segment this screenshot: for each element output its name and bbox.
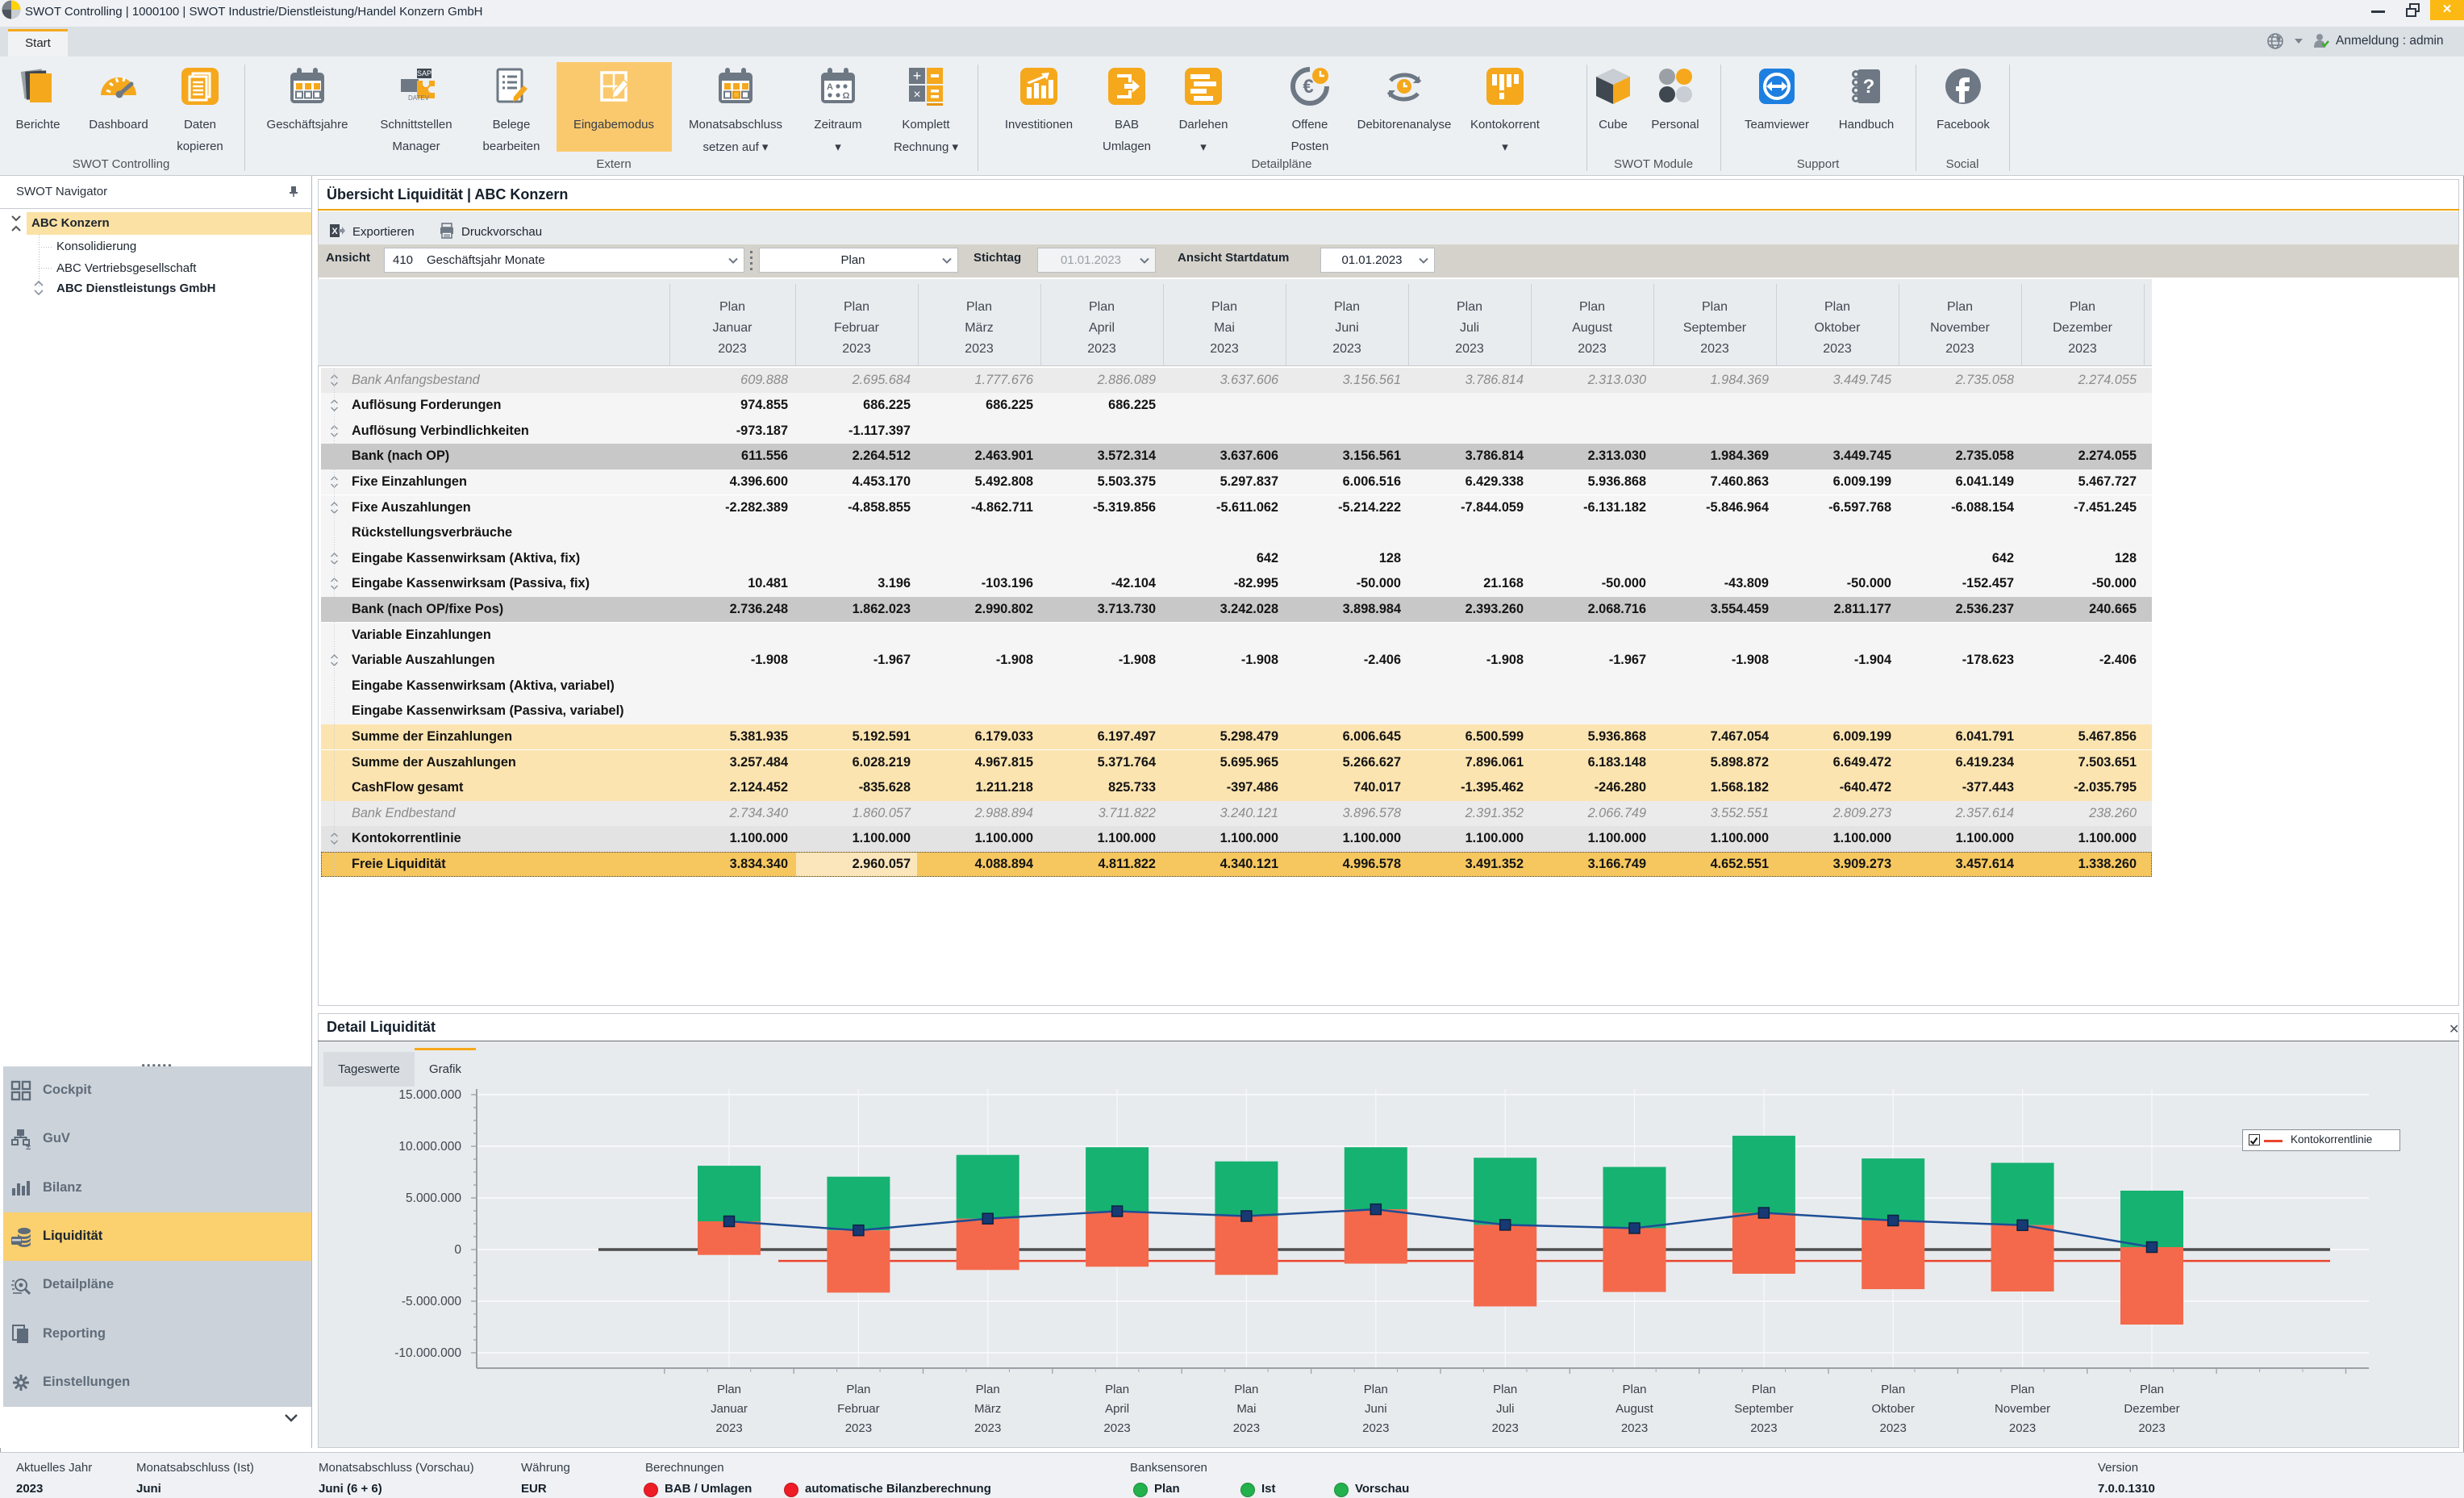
svg-text:A: A xyxy=(827,82,833,92)
svg-text:±: ± xyxy=(26,1142,31,1150)
svg-text:Plan: Plan xyxy=(1752,1383,1776,1396)
svg-text:-5.000.000: -5.000.000 xyxy=(402,1295,461,1308)
svg-text:?: ? xyxy=(1863,76,1875,98)
svg-text:2023: 2023 xyxy=(1750,1421,1777,1435)
svg-text:September: September xyxy=(1734,1402,1793,1416)
svg-text:Plan: Plan xyxy=(1105,1383,1129,1396)
svg-text:2023: 2023 xyxy=(1103,1421,1130,1435)
svg-text:2023: 2023 xyxy=(2138,1421,2165,1435)
svg-text:Plan: Plan xyxy=(1364,1383,1388,1396)
svg-text:+: + xyxy=(913,68,922,84)
svg-text:2023: 2023 xyxy=(1492,1421,1519,1435)
svg-text:2023: 2023 xyxy=(974,1421,1001,1435)
svg-text:Juni: Juni xyxy=(1365,1402,1387,1416)
svg-text:X: X xyxy=(331,227,338,236)
svg-text:Plan: Plan xyxy=(846,1383,870,1396)
svg-text:Plan: Plan xyxy=(2140,1383,2164,1396)
svg-text:November: November xyxy=(1995,1402,2050,1416)
svg-text:2023: 2023 xyxy=(1621,1421,1648,1435)
svg-text:2023: 2023 xyxy=(1362,1421,1389,1435)
svg-text:Oktober: Oktober xyxy=(1872,1402,1915,1416)
svg-text:×: × xyxy=(913,88,920,102)
svg-text:Plan: Plan xyxy=(2011,1383,2035,1396)
svg-text:2023: 2023 xyxy=(1233,1421,1260,1435)
svg-text:15.000.000: 15.000.000 xyxy=(398,1088,461,1102)
svg-text:Ω: Ω xyxy=(843,91,850,101)
svg-text:Plan: Plan xyxy=(1234,1383,1258,1396)
svg-text:Plan: Plan xyxy=(1493,1383,1517,1396)
svg-text:2023: 2023 xyxy=(715,1421,742,1435)
svg-text:Plan: Plan xyxy=(976,1383,1000,1396)
svg-text:10.000.000: 10.000.000 xyxy=(398,1140,461,1154)
svg-text:2023: 2023 xyxy=(2009,1421,2036,1435)
svg-text:Plan: Plan xyxy=(1881,1383,1905,1396)
svg-text:€: € xyxy=(1303,76,1313,98)
svg-text:-10.000.000: -10.000.000 xyxy=(394,1346,461,1360)
svg-text:Mai: Mai xyxy=(1236,1402,1256,1416)
svg-text:Februar: Februar xyxy=(837,1402,880,1416)
svg-text:DATEV: DATEV xyxy=(408,94,430,102)
svg-text:Plan: Plan xyxy=(1622,1383,1646,1396)
svg-text:Juli: Juli xyxy=(1496,1402,1515,1416)
svg-text:Januar: Januar xyxy=(711,1402,748,1416)
svg-text:Plan: Plan xyxy=(717,1383,741,1396)
svg-text:April: April xyxy=(1105,1402,1129,1416)
svg-text:August: August xyxy=(1616,1402,1654,1416)
svg-text:Dezember: Dezember xyxy=(2124,1402,2179,1416)
svg-text:0: 0 xyxy=(454,1243,461,1257)
svg-text:5.000.000: 5.000.000 xyxy=(406,1191,461,1205)
svg-text:März: März xyxy=(974,1402,1001,1416)
svg-text:2023: 2023 xyxy=(1880,1421,1907,1435)
svg-text:2023: 2023 xyxy=(845,1421,872,1435)
svg-text:SAP: SAP xyxy=(417,69,432,77)
